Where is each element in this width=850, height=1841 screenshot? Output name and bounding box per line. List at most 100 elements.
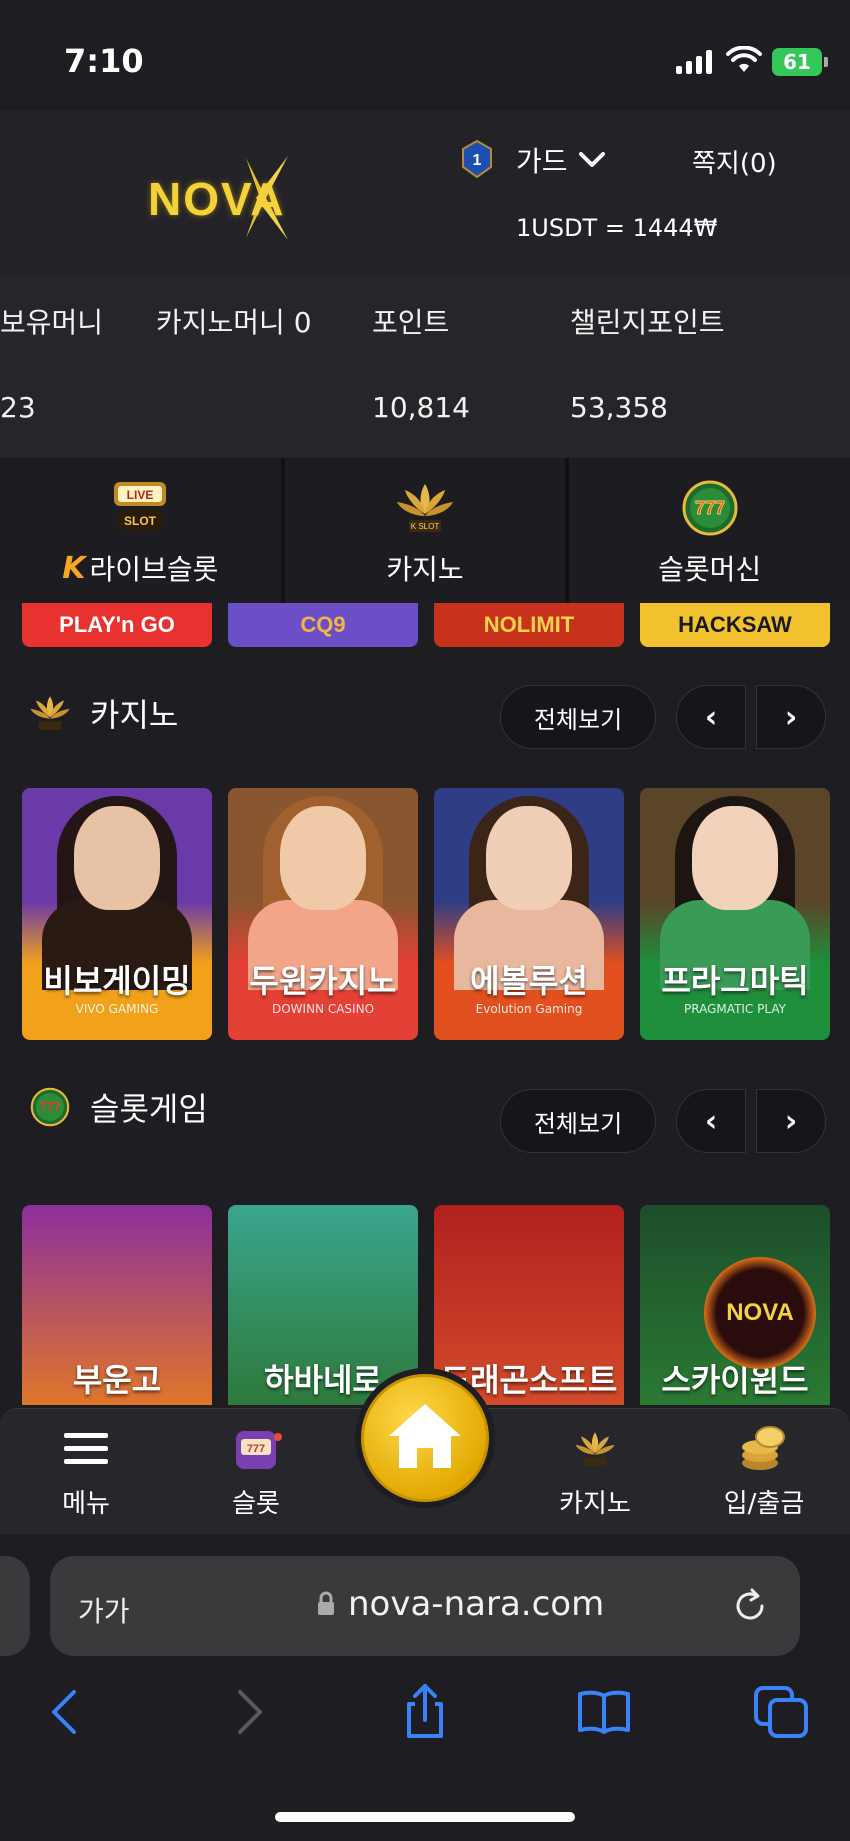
- card-art: [74, 806, 160, 910]
- svg-text:777: 777: [695, 498, 725, 518]
- casino-section-label: 카지노: [90, 696, 179, 734]
- slot-card-skywind[interactable]: 스카이윈드 NOVA: [640, 1205, 830, 1405]
- card-provider: PRAGMATIC PLAY: [684, 1002, 786, 1016]
- clock: 7:10: [64, 42, 144, 80]
- slot-next-button[interactable]: ›: [756, 1089, 826, 1153]
- battery-icon: 61: [772, 48, 828, 76]
- balance-value-money: 23: [0, 391, 36, 424]
- rank-badge-icon: 1: [462, 140, 492, 178]
- floating-logo-text: NOVA: [726, 1299, 794, 1326]
- card-art: [486, 806, 572, 910]
- nav-menu-label: 메뉴: [62, 1489, 110, 1519]
- forward-icon[interactable]: [218, 1682, 278, 1742]
- balance-label-money: 보유머니: [0, 306, 104, 339]
- k-slot-lotus-icon: [22, 687, 78, 739]
- share-icon[interactable]: [395, 1682, 455, 1742]
- tab-live-slot-label: 라이브슬롯: [89, 553, 219, 586]
- svg-text:SLOT: SLOT: [124, 514, 157, 528]
- wifi-icon: [726, 46, 762, 72]
- text-size-button[interactable]: 가가: [78, 1590, 130, 1630]
- balance-label-challenge: 챌린지포인트: [570, 306, 725, 339]
- card-title: 비보게이밍: [43, 962, 191, 1000]
- balance-label-point: 포인트: [372, 306, 450, 339]
- browser-toolbar: 가가 nova-nara.com: [0, 1534, 850, 1841]
- tab-casino-label: 카지노: [386, 553, 464, 586]
- tab-slot-machine[interactable]: 777 슬롯머신: [569, 458, 850, 603]
- card-provider: VIVO GAMING: [75, 1002, 159, 1016]
- casino-card-dowinn[interactable]: 두윈카지노 DOWINN CASINO: [228, 788, 418, 1040]
- slot-view-all-button[interactable]: 전체보기: [500, 1089, 656, 1153]
- tab-casino[interactable]: K SLOT 카지노: [284, 458, 566, 603]
- reload-icon[interactable]: [730, 1586, 770, 1626]
- nav-deposit-label: 입/출금: [723, 1489, 805, 1519]
- exchange-rate: 1USDT = 1444₩: [516, 214, 718, 242]
- card-title: 부운고: [72, 1361, 162, 1399]
- hamburger-menu-icon: [58, 1423, 114, 1475]
- provider-row: PLAY'n GO CQ9 NOLIMIT HACKSAW: [22, 603, 830, 647]
- nav-slot-label: 슬롯: [232, 1489, 280, 1519]
- bookmarks-icon[interactable]: [574, 1682, 634, 1742]
- casino-card-pragmatic[interactable]: 프라그마틱 PRAGMATIC PLAY: [640, 788, 830, 1040]
- chevron-down-icon: [578, 152, 605, 167]
- svg-text:777: 777: [247, 1443, 265, 1455]
- coins-icon: [736, 1423, 792, 1475]
- grade-dropdown[interactable]: 가드: [516, 140, 606, 180]
- card-title: 두윈카지노: [249, 962, 397, 1000]
- status-bar: 7:10 61: [0, 0, 850, 110]
- site-header: NOVA 1 가드 쪽지(0) 1USDT = 1444₩: [0, 110, 850, 275]
- address-bar[interactable]: 가가 nova-nara.com: [50, 1556, 800, 1656]
- casino-section-title: 카지노: [22, 687, 178, 739]
- provider-nolimit[interactable]: NOLIMIT: [434, 603, 624, 647]
- provider-playngo[interactable]: PLAY'n GO: [22, 603, 212, 647]
- casino-view-all-button[interactable]: 전체보기: [500, 685, 656, 749]
- cellular-signal-icon: [676, 50, 712, 74]
- slot-card-booongo[interactable]: 부운고: [22, 1205, 212, 1405]
- home-button[interactable]: [355, 1368, 495, 1508]
- k-slot-lotus-icon: [567, 1423, 623, 1475]
- tab-live-slot[interactable]: LIVE SLOT K 라이브슬롯: [0, 458, 281, 603]
- messages-link[interactable]: 쪽지(0): [692, 143, 777, 180]
- card-art: [692, 806, 778, 910]
- nav-casino-label: 카지노: [559, 1489, 631, 1519]
- slot-prev-button[interactable]: ‹: [676, 1089, 746, 1153]
- svg-text:K SLOT: K SLOT: [411, 522, 440, 531]
- lock-icon: [318, 1591, 334, 1615]
- balance-value-challenge: 53,358: [570, 391, 668, 424]
- slot-section-title: 777 슬롯게임: [22, 1081, 208, 1133]
- nova-floating-badge[interactable]: NOVA: [704, 1257, 816, 1369]
- slot-machine-icon: 777: [228, 1423, 284, 1475]
- casino-next-button[interactable]: ›: [756, 685, 826, 749]
- previous-tab-edge[interactable]: [0, 1556, 30, 1656]
- balance-label-casino: 카지노머니 0: [156, 306, 312, 339]
- nav-menu[interactable]: 메뉴: [26, 1423, 146, 1520]
- svg-text:777: 777: [39, 1100, 60, 1114]
- casino-card-vivo[interactable]: 비보게이밍 VIVO GAMING: [22, 788, 212, 1040]
- provider-hacksaw[interactable]: HACKSAW: [640, 603, 830, 647]
- casino-card-evolution[interactable]: 에볼루션 Evolution Gaming: [434, 788, 624, 1040]
- url-text: nova-nara.com: [348, 1584, 605, 1624]
- nav-casino[interactable]: 카지노: [535, 1423, 655, 1520]
- card-art: [280, 806, 366, 910]
- provider-cq9[interactable]: CQ9: [228, 603, 418, 647]
- k-slot-lotus-icon: K SLOT: [385, 478, 465, 538]
- nova-logo[interactable]: NOVA: [148, 150, 328, 240]
- tabs-icon[interactable]: [752, 1682, 812, 1742]
- card-title: 프라그마틱: [661, 962, 809, 1000]
- home-icon: [389, 1404, 461, 1468]
- live-slot-icon: LIVE SLOT: [100, 478, 180, 538]
- card-provider: DOWINN CASINO: [271, 1002, 375, 1016]
- logo-text: NOVA: [148, 173, 286, 225]
- card-title: 에볼루션: [470, 962, 588, 1000]
- balance-panel: 보유머니 카지노머니 0 포인트 챌린지포인트 23 10,814 53,358: [0, 275, 850, 458]
- k-logo-icon: K: [62, 550, 86, 586]
- 777-slots-icon: 777: [22, 1081, 78, 1133]
- svg-text:LIVE: LIVE: [127, 488, 154, 502]
- nav-slot[interactable]: 777 슬롯: [196, 1423, 316, 1520]
- casino-prev-button[interactable]: ‹: [676, 685, 746, 749]
- home-indicator: [275, 1812, 575, 1822]
- back-icon[interactable]: [36, 1682, 96, 1742]
- category-tabs: LIVE SLOT K 라이브슬롯 K SLOT 카지노 777 슬롯머신: [0, 458, 850, 603]
- svg-text:1: 1: [473, 152, 482, 169]
- nav-deposit[interactable]: 입/출금: [704, 1423, 824, 1520]
- card-provider: Evolution Gaming: [475, 1002, 583, 1016]
